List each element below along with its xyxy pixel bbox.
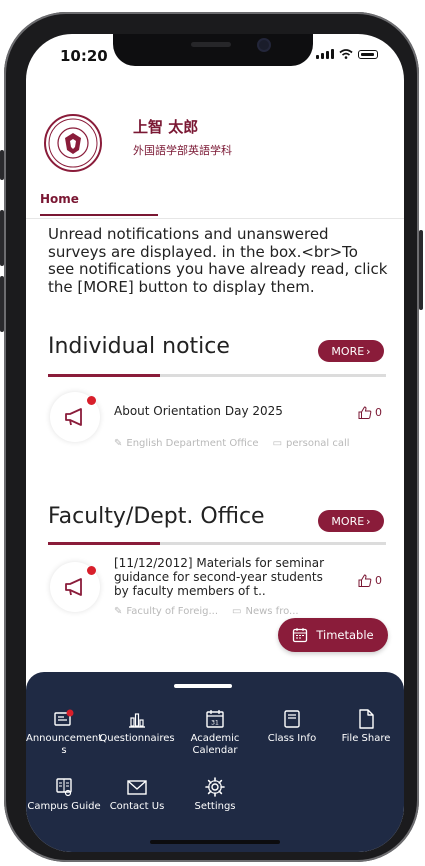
- bottom-nav-panel: Announcement s Questionnaires 31 Academi…: [26, 672, 404, 852]
- phone-notch: [113, 34, 313, 66]
- front-camera: [259, 40, 269, 50]
- nav-label: Contact Us: [109, 801, 165, 812]
- like-button[interactable]: 0: [358, 406, 382, 419]
- nav-label: Announcement s: [26, 733, 103, 756]
- calendar-icon: 31: [206, 710, 224, 728]
- nav-item-file-share[interactable]: File Share: [328, 708, 404, 745]
- intro-text: Unread notifications and unanswered surv…: [48, 225, 388, 296]
- unread-badge: [87, 396, 96, 405]
- signal-icon: [316, 49, 334, 59]
- nav-item-questionnaires[interactable]: Questionnaires: [99, 708, 175, 745]
- status-time: 10:20: [60, 47, 108, 65]
- timetable-button[interactable]: Timetable: [278, 618, 388, 652]
- tab-home[interactable]: Home: [40, 192, 79, 206]
- user-department: 外国語学部英語学科: [133, 144, 232, 157]
- notification-icon-container: [50, 562, 100, 612]
- megaphone-icon: [65, 408, 82, 426]
- more-button-faculty[interactable]: MORE ›: [318, 510, 384, 532]
- nav-item-academic-calendar[interactable]: 31 Academic Calendar: [177, 708, 253, 757]
- svg-text:31: 31: [211, 720, 219, 727]
- notice-category: News fro...: [245, 606, 299, 617]
- more-button-individual[interactable]: MORE ›: [318, 340, 384, 362]
- university-seal-logo: [44, 114, 102, 172]
- volume-down-button: [0, 276, 4, 332]
- notice-category: personal call: [286, 438, 350, 449]
- wifi-icon: [339, 49, 353, 59]
- notice-sender: English Department Office: [126, 438, 259, 449]
- phone-screen: 10:20 上智 太郎 外国語学部英語学科 Home Unread notifi…: [26, 34, 404, 852]
- chevron-right-icon: ›: [366, 344, 371, 358]
- chevron-right-icon: ›: [366, 514, 371, 528]
- mail-icon: [127, 780, 147, 795]
- home-indicator: [150, 840, 280, 844]
- progress-bar-individual: [48, 374, 386, 377]
- progress-fill-individual: [48, 374, 160, 377]
- user-name: 上智 太郎: [133, 118, 199, 136]
- nav-label: Campus Guide: [27, 801, 101, 812]
- notice-sender: Faculty of Foreig...: [126, 606, 219, 617]
- folder-icon: ▭: [232, 606, 242, 617]
- speaker-grille: [191, 42, 231, 47]
- nav-label: Questionnaires: [99, 733, 175, 744]
- notice-meta-individual: ✎ English Department Office ▭ personal c…: [114, 438, 350, 449]
- status-icons: [316, 49, 378, 59]
- notice-meta-faculty: ✎ Faculty of Foreig... ▭ News fro...: [114, 606, 299, 617]
- notice-title-faculty[interactable]: [11/12/2012] Materials for seminar guida…: [114, 556, 340, 598]
- book-icon: [284, 710, 300, 728]
- notification-icon-container: [50, 392, 100, 442]
- power-button: [419, 230, 423, 310]
- nav-item-class-info[interactable]: Class Info: [254, 708, 330, 745]
- like-count: 0: [375, 574, 382, 587]
- megaphone-icon: [65, 578, 82, 596]
- chart-icon: [129, 713, 145, 728]
- section-title-individual: Individual notice: [48, 334, 230, 359]
- nav-item-settings[interactable]: Settings: [177, 776, 253, 813]
- nav-label: Settings: [194, 801, 236, 812]
- progress-bar-faculty: [48, 542, 386, 545]
- thumbs-up-icon: [358, 574, 372, 587]
- gear-icon: [205, 777, 225, 797]
- file-icon: [359, 709, 374, 729]
- like-count: 0: [375, 406, 382, 419]
- timetable-icon: [293, 628, 308, 643]
- more-label: MORE: [331, 344, 365, 358]
- pen-icon: ✎: [114, 438, 123, 449]
- nav-label: Academic Calendar: [190, 733, 240, 756]
- silent-switch: [0, 150, 4, 180]
- tab-home-indicator: [40, 214, 158, 216]
- nav-item-announcements[interactable]: Announcement s: [26, 708, 102, 757]
- notice-title-individual[interactable]: About Orientation Day 2025: [114, 404, 304, 418]
- nav-item-campus-guide[interactable]: Campus Guide: [26, 776, 102, 813]
- drag-handle[interactable]: [174, 684, 232, 688]
- volume-up-button: [0, 210, 4, 266]
- nav-item-contact-us[interactable]: Contact Us: [99, 776, 175, 813]
- thumbs-up-icon: [358, 406, 372, 419]
- folder-icon: ▭: [272, 438, 283, 449]
- pen-icon: ✎: [114, 606, 123, 617]
- announcement-icon: [54, 709, 74, 726]
- progress-fill-faculty: [48, 542, 160, 545]
- unread-badge: [87, 566, 96, 575]
- nav-label: File Share: [341, 733, 391, 744]
- more-label: MORE: [331, 514, 365, 528]
- like-button[interactable]: 0: [358, 574, 382, 587]
- guide-icon: [56, 778, 72, 797]
- timetable-label: Timetable: [316, 628, 374, 642]
- tab-bar: Home: [26, 184, 404, 219]
- nav-label: Class Info: [267, 733, 317, 744]
- battery-icon: [358, 50, 378, 59]
- section-title-faculty: Faculty/Dept. Office: [48, 504, 265, 529]
